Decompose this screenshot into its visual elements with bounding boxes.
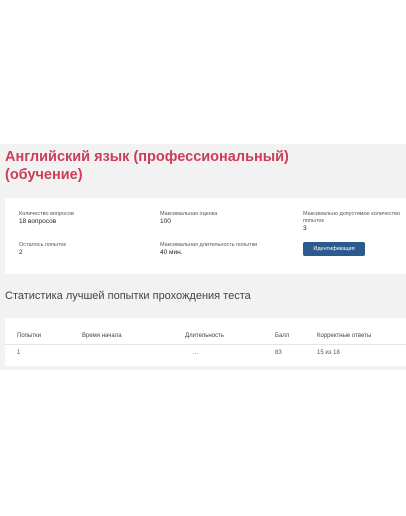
- max-duration: Максимальная длительность попытки 40 мин…: [160, 242, 290, 257]
- column-header-duration: Длительность: [185, 333, 224, 339]
- column-header-attempts: Попытки: [17, 333, 41, 339]
- page-title: Английский язык (профессиональный) (обуч…: [5, 149, 289, 183]
- max-attempts-label: Максимально допустимое количество попыто…: [303, 211, 401, 224]
- max-duration-value: 40 мин.: [160, 249, 183, 256]
- cell-score: 83: [275, 350, 282, 356]
- column-header-correct-answers: Корректные ответы: [317, 333, 372, 339]
- max-score-value: 100: [160, 218, 171, 225]
- test-info-card: Количество вопросов 18 вопросов Максимал…: [5, 198, 406, 274]
- column-header-score: Балл: [275, 333, 290, 339]
- cell-duration: ...: [193, 350, 199, 356]
- stats-heading: Статистика лучшей попытки прохождения те…: [5, 290, 251, 302]
- table-divider: [5, 344, 406, 345]
- page: Английский язык (профессиональный) (обуч…: [0, 0, 406, 516]
- max-score: Максимальная оценка 100: [160, 211, 280, 226]
- max-attempts-value: 3: [303, 225, 307, 232]
- attempts-left-value: 2: [19, 249, 23, 256]
- questions-count: Количество вопросов 18 вопросов: [19, 211, 139, 226]
- attempts-left-label: Осталось попыток: [19, 242, 66, 248]
- column-header-start-time: Время начала: [82, 333, 122, 339]
- cell-attempt-number: 1: [17, 350, 21, 356]
- attempts-table: Попытки Время начала Длительность Балл К…: [5, 318, 406, 366]
- identification-button[interactable]: Идентификация: [303, 242, 365, 256]
- attempts-left: Осталось попыток 2: [19, 242, 139, 257]
- max-attempts: Максимально допустимое количество попыто…: [303, 211, 405, 233]
- questions-count-label: Количество вопросов: [19, 211, 74, 217]
- max-score-label: Максимальная оценка: [160, 211, 218, 217]
- questions-count-value: 18 вопросов: [19, 218, 57, 225]
- max-duration-label: Максимальная длительность попытки: [160, 242, 258, 248]
- cell-correct-answers: 15 из 18: [317, 350, 340, 356]
